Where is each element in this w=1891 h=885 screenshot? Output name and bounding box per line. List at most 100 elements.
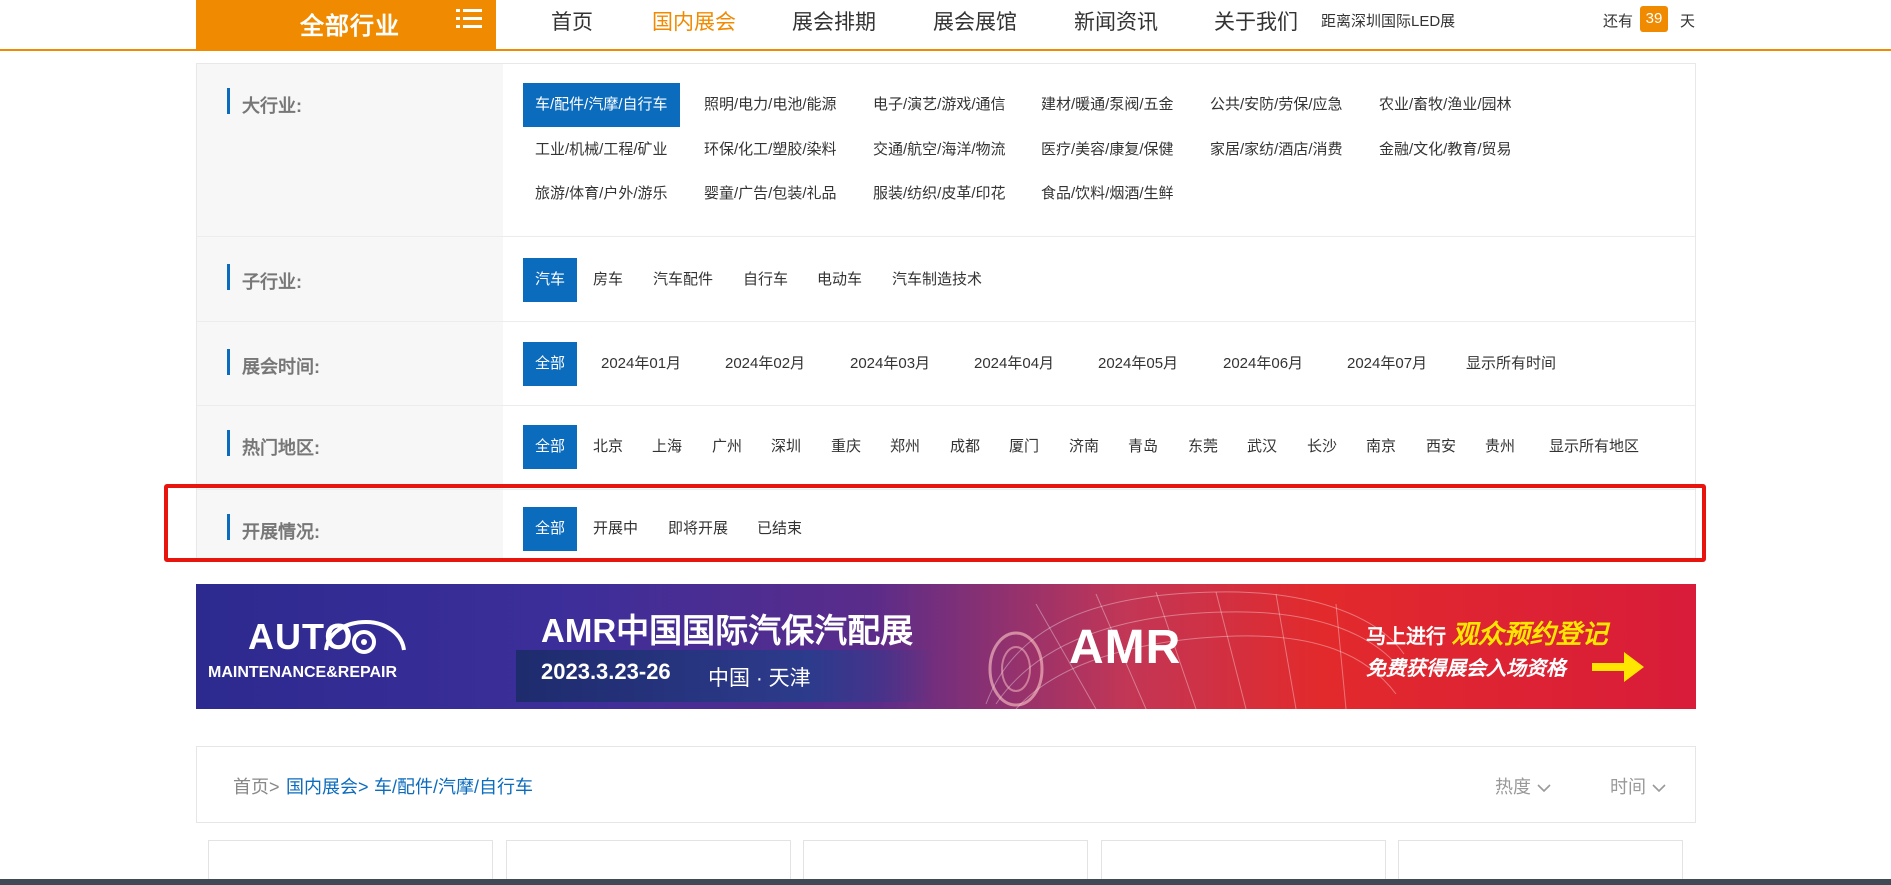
filter-label-cell: 热门地区: xyxy=(197,406,503,489)
sort-by-heat-button[interactable]: 热度 xyxy=(1495,773,1551,799)
sub-industry-option[interactable]: 电动车 xyxy=(805,258,874,302)
banner-logo-subtitle: MAINTENANCE&REPAIR xyxy=(208,664,398,681)
nav-domestic-exhibitions[interactable]: 国内展会 xyxy=(652,6,736,36)
industry-option[interactable]: 婴童/广告/包装/礼品 xyxy=(692,172,849,216)
taskbar-edge xyxy=(0,879,1891,885)
industry-option[interactable]: 工业/机械/工程/矿业 xyxy=(523,128,680,172)
region-option[interactable]: 贵州 xyxy=(1473,425,1527,469)
industry-option[interactable]: 建材/暖通/泵阀/五金 xyxy=(1029,83,1186,127)
filter-row-sub-industry: 子行业: 汽车 房车 汽车配件 自行车 电动车 汽车制造技术 xyxy=(197,237,1695,322)
region-option[interactable]: 东莞 xyxy=(1176,425,1230,469)
label-accent-bar xyxy=(227,430,230,456)
countdown-event[interactable]: 距离深圳国际LED展 xyxy=(1321,10,1455,31)
highlight-box xyxy=(164,484,1706,562)
sub-industry-option[interactable]: 房车 xyxy=(581,258,635,302)
region-option[interactable]: 深圳 xyxy=(759,425,813,469)
sort-heat-label: 热度 xyxy=(1495,777,1531,797)
banner-cta-line2[interactable]: 免费获得展会入场资格 xyxy=(1366,652,1566,681)
sort-time-label: 时间 xyxy=(1610,777,1646,797)
sub-industry-option[interactable]: 汽车 xyxy=(523,258,578,302)
time-option[interactable]: 2024年05月 xyxy=(1086,342,1190,386)
chevron-down-icon xyxy=(1652,784,1666,793)
breadcrumb-domestic[interactable]: 国内展会> xyxy=(286,773,369,799)
breadcrumb-home[interactable]: 首页> xyxy=(233,773,280,799)
region-option[interactable]: 全部 xyxy=(523,425,578,469)
arrow-right-icon xyxy=(1592,652,1644,682)
region-option[interactable]: 武汉 xyxy=(1235,425,1289,469)
sub-industry-option[interactable]: 汽车制造技术 xyxy=(880,258,994,302)
countdown-days-badge: 39 xyxy=(1640,6,1668,32)
industry-option[interactable]: 公共/安防/劳保/应急 xyxy=(1198,83,1355,127)
breadcrumb: 首页> 国内展会> 车/配件/汽摩/自行车 热度 时间 xyxy=(196,746,1696,823)
label-accent-bar xyxy=(227,88,230,114)
filter-row-industry: 大行业: 车/配件/汽摩/自行车 照明/电力/电池/能源 电子/演艺/游戏/通信… xyxy=(197,64,1695,237)
car-wireframe-graphic xyxy=(985,591,1405,709)
sub-industry-option[interactable]: 自行车 xyxy=(731,258,800,302)
banner-location: 中国 · 天津 xyxy=(708,667,811,690)
time-option[interactable]: 2024年06月 xyxy=(1211,342,1315,386)
region-option[interactable]: 成都 xyxy=(938,425,992,469)
label-accent-bar xyxy=(227,349,230,375)
breadcrumb-current[interactable]: 车/配件/汽摩/自行车 xyxy=(374,773,533,799)
filter-label-industry: 大行业: xyxy=(242,96,302,116)
region-option[interactable]: 南京 xyxy=(1354,425,1408,469)
filter-row-region: 热门地区: 全部 北京 上海 广州 深圳 重庆 郑州 成都 厦门 济南 青岛 东… xyxy=(197,406,1695,490)
sub-industry-option[interactable]: 汽车配件 xyxy=(641,258,725,302)
industry-option[interactable]: 金融/文化/教育/贸易 xyxy=(1367,128,1524,172)
region-option[interactable]: 西安 xyxy=(1414,425,1468,469)
industry-option[interactable]: 电子/演艺/游戏/通信 xyxy=(861,83,1018,127)
banner-brand: AMR xyxy=(1069,621,1182,674)
time-option[interactable]: 显示所有时间 xyxy=(1454,342,1568,386)
industry-option[interactable]: 照明/电力/电池/能源 xyxy=(692,83,849,127)
region-option[interactable]: 重庆 xyxy=(819,425,873,469)
time-option[interactable]: 2024年01月 xyxy=(589,342,693,386)
filter-label-cell: 展会时间: xyxy=(197,322,503,405)
industry-option[interactable]: 食品/饮料/烟酒/生鲜 xyxy=(1029,172,1186,216)
region-option[interactable]: 青岛 xyxy=(1116,425,1170,469)
region-option[interactable]: 郑州 xyxy=(878,425,932,469)
banner-cta-highlight: 观众预约登记 xyxy=(1451,619,1608,649)
nav-home[interactable]: 首页 xyxy=(551,6,593,36)
industry-option[interactable]: 医疗/美容/康复/保健 xyxy=(1029,128,1186,172)
banner-date: 2023.3.23-26 xyxy=(541,659,671,684)
top-navigation-bar: 全部行业 首页 国内展会 展会排期 展会展馆 新闻资讯 关于我们 距离深圳国际L… xyxy=(0,0,1891,51)
all-categories-button[interactable]: 全部行业 xyxy=(196,0,496,49)
nav-news[interactable]: 新闻资讯 xyxy=(1074,6,1158,36)
industry-option[interactable]: 交通/航空/海洋/物流 xyxy=(861,128,1018,172)
region-option[interactable]: 厦门 xyxy=(997,425,1051,469)
sort-by-time-button[interactable]: 时间 xyxy=(1610,773,1666,799)
time-option[interactable]: 2024年03月 xyxy=(838,342,942,386)
all-categories-label: 全部行业 xyxy=(300,13,400,40)
label-accent-bar xyxy=(227,264,230,290)
industry-option[interactable]: 服装/纺织/皮革/印花 xyxy=(861,172,1018,216)
filter-label-region: 热门地区: xyxy=(242,438,320,458)
time-option[interactable]: 2024年02月 xyxy=(713,342,817,386)
industry-option[interactable]: 环保/化工/塑胶/染料 xyxy=(692,128,849,172)
region-option[interactable]: 济南 xyxy=(1057,425,1111,469)
region-option[interactable]: 广州 xyxy=(700,425,754,469)
time-option[interactable]: 2024年07月 xyxy=(1335,342,1439,386)
region-option[interactable]: 上海 xyxy=(640,425,694,469)
nav-exhibition-schedule[interactable]: 展会排期 xyxy=(792,6,876,36)
time-option[interactable]: 2024年04月 xyxy=(962,342,1066,386)
banner-title: AMR中国国际汽保汽配展 xyxy=(541,612,914,649)
industry-option[interactable]: 车/配件/汽摩/自行车 xyxy=(523,83,680,127)
nav-about-us[interactable]: 关于我们 xyxy=(1214,6,1298,36)
industry-option[interactable]: 农业/畜牧/渔业/园林 xyxy=(1367,83,1524,127)
nav-exhibition-venues[interactable]: 展会展馆 xyxy=(933,6,1017,36)
region-option[interactable]: 北京 xyxy=(581,425,635,469)
banner-cta-line1[interactable]: 马上进行 观众预约登记 xyxy=(1366,614,1608,651)
industry-option[interactable]: 家居/家纺/酒店/消费 xyxy=(1198,128,1355,172)
countdown-unit: 天 xyxy=(1680,13,1696,30)
promo-banner[interactable]: AUTO MAINTENANCE&REPAIR AMR中国国际汽保汽配展 202… xyxy=(196,584,1696,709)
industry-option[interactable]: 旅游/体育/户外/游乐 xyxy=(523,172,680,216)
time-option[interactable]: 全部 xyxy=(523,342,578,386)
countdown-still: 还有 xyxy=(1603,13,1634,30)
wrench-car-icon xyxy=(324,619,406,654)
list-menu-icon xyxy=(456,9,482,28)
region-option[interactable]: 长沙 xyxy=(1295,425,1349,469)
region-option[interactable]: 显示所有地区 xyxy=(1537,425,1651,469)
banner-cta-prefix: 马上进行 xyxy=(1366,626,1446,648)
filter-label-sub-industry: 子行业: xyxy=(242,272,302,292)
filter-label-cell: 子行业: xyxy=(197,237,503,321)
